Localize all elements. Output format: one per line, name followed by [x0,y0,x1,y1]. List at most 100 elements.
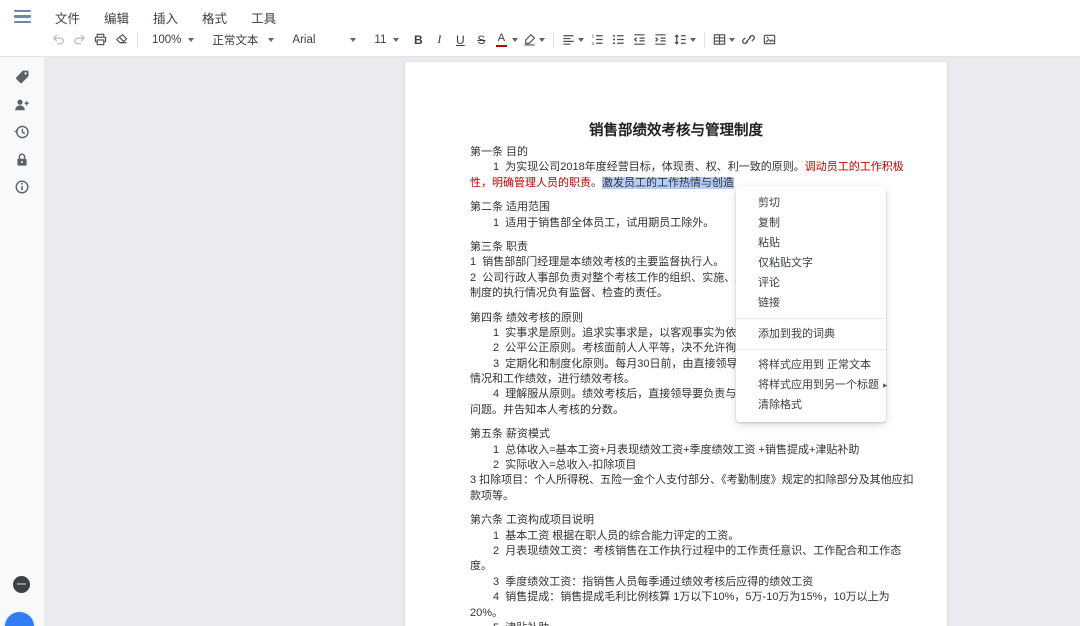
font-size-select[interactable]: 11 [369,29,404,50]
lock-icon[interactable] [13,151,31,169]
align-button[interactable] [559,29,586,50]
context-menu-item-label: 将样式应用到另一个标题 [758,375,879,395]
chevron-down-icon [393,38,399,42]
context-menu-item-label: 链接 [758,293,780,313]
context-menu-item[interactable]: 粘贴 [736,233,886,253]
left-sidebar [0,56,44,626]
context-menu-item-label: 清除格式 [758,395,802,415]
insert-link-button[interactable] [738,29,758,50]
doc-line: 款项等。 [470,489,882,504]
text-color-button[interactable]: A [492,29,518,50]
strikethrough-button[interactable]: S [471,29,491,50]
highlight-color-button[interactable] [519,29,547,50]
context-menu-item[interactable] [736,349,886,350]
chevron-down-icon [539,38,545,42]
info-icon[interactable] [13,178,31,196]
italic-icon: I [431,32,448,47]
context-menu-item-label: 剪切 [758,193,780,213]
context-menu-item[interactable] [736,318,886,319]
header: 文件 编辑 插入 格式 工具 [0,0,1080,57]
chevron-down-icon [268,38,274,42]
toolbar-divider [553,32,554,48]
zoom-value: 100% [152,34,181,46]
document-title: 销售部绩效考核与管理制度 [470,122,882,141]
strikethrough-icon: S [473,33,490,47]
history-icon[interactable] [13,123,31,141]
chevron-down-icon [350,38,356,42]
chevron-down-icon [690,38,696,42]
context-menu-item[interactable]: 添加到我的词典 [736,324,886,344]
svg-text:2: 2 [591,41,594,47]
paragraph-style-value: 正常文本 [212,32,258,48]
bold-button[interactable]: B [408,29,428,50]
zoom-select[interactable]: 100% [147,29,199,50]
font-select[interactable]: Arial [287,29,361,50]
highlight-icon [522,32,537,47]
doc-line: 5 津贴补助 [470,621,882,626]
paragraph-style-select[interactable]: 正常文本 [207,29,279,50]
underline-button[interactable]: U [450,29,470,50]
context-menu-item[interactable]: 清除格式 [736,395,886,415]
context-menu-item-label: 添加到我的词典 [758,324,835,344]
doc-line: 20%。 [470,606,882,621]
insert-image-button[interactable] [759,29,779,50]
context-menu-item[interactable]: 复制 [736,213,886,233]
doc-line: 3 扣除项目：个人所得税、五险一金个人支付部分、《考勤制度》规定的扣除部分及其他… [470,473,882,488]
numbered-list-icon: 12 [590,32,605,47]
image-icon [762,32,777,47]
link-icon [741,32,756,47]
floating-action-button[interactable] [5,612,34,626]
numbered-list-button[interactable]: 12 [587,29,607,50]
clear-format-icon[interactable] [111,29,131,50]
doc-line: 2 月表现绩效工资：考核销售在工作执行过程中的工作责任意识、工作配合和工作态 [470,544,882,559]
font-value: Arial [292,34,315,46]
chevron-down-icon [578,38,584,42]
table-icon [712,32,727,47]
doc-line: 1 为实现公司2018年度经营目标，体现责、权、利一致的原则。调动员工的工作积极 [470,160,882,175]
context-menu-item[interactable]: 将样式应用到 正常文本 [736,355,886,375]
context-menu-item[interactable]: 仅粘贴文字 [736,253,886,273]
doc-line: 3 季度绩效工资：指销售人员每季通过绩效考核后应得的绩效工资 [470,575,882,590]
insert-table-button[interactable] [710,29,737,50]
doc-line: 1 基本工资 根据在职人员的综合能力评定的工资。 [470,529,882,544]
context-menu: 剪切 复制 粘贴 仅粘贴文字 评论 链接 [736,186,886,422]
chevron-down-icon [188,38,194,42]
bulleted-list-button[interactable] [608,29,628,50]
bold-icon: B [410,33,427,47]
indent-button[interactable] [650,29,670,50]
align-left-icon [561,32,576,47]
font-size-value: 11 [374,34,386,46]
account-avatar[interactable] [13,576,30,593]
doc-line: 第一条 目的 [470,145,882,160]
doc-line: 4 销售提成：销售提成毛利比例核算 1万以下10%，5万-10万为15%，10万… [470,590,882,605]
submenu-arrow-icon: ▸ [883,375,888,395]
context-menu-item-label: 粘贴 [758,233,780,253]
print-icon[interactable] [90,29,110,50]
doc-line: 1 总体收入=基本工资+月表现绩效工资+季度绩效工资 +销售提成+津贴补助 [470,443,882,458]
toolbar: 100% 正常文本 Arial 11 B I U S A [48,27,780,52]
chevron-down-icon [512,38,518,42]
doc-line: 第五条 薪资模式 [470,427,882,442]
chevron-down-icon [729,38,735,42]
doc-line: 度。 [470,559,882,574]
text-color-icon: A [493,33,510,48]
doc-line: 第六条 工资构成项目说明 [470,513,882,528]
undo-icon[interactable] [48,29,68,50]
outdent-button[interactable] [629,29,649,50]
context-menu-item-label: 将样式应用到 正常文本 [758,355,871,375]
line-spacing-button[interactable] [671,29,698,50]
context-menu-item[interactable]: 剪切 [736,193,886,213]
context-menu-item[interactable]: 评论 [736,273,886,293]
context-menu-item-label: 仅粘贴文字 [758,253,813,273]
app-window: 文件 编辑 插入 格式 工具 [0,0,1080,626]
bulleted-list-icon [611,32,626,47]
tag-icon[interactable] [13,68,31,86]
context-menu-item[interactable]: 将样式应用到另一个标题 ▸ [736,375,886,395]
italic-button[interactable]: I [429,29,449,50]
add-person-icon[interactable] [13,96,31,114]
outdent-icon [632,32,647,47]
context-menu-item[interactable]: 链接 [736,293,886,313]
toolbar-divider [137,32,138,48]
hamburger-menu-icon[interactable] [14,10,31,23]
redo-icon[interactable] [69,29,89,50]
